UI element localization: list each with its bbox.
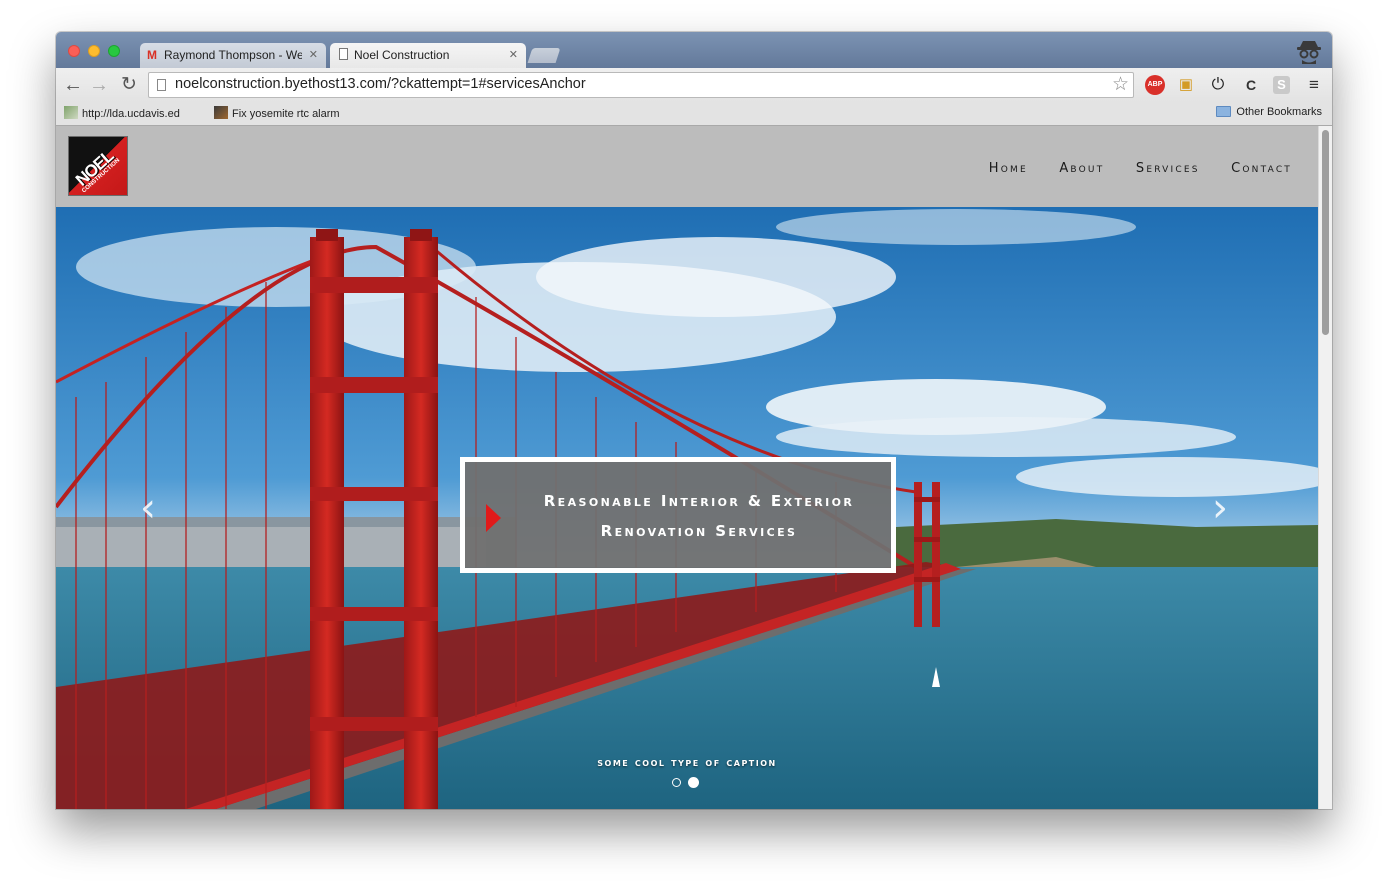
close-tab-icon[interactable]: ✕: [509, 48, 518, 61]
s-icon[interactable]: S: [1273, 76, 1290, 94]
site-favicon-icon: [214, 106, 228, 119]
site-favicon-icon: [64, 106, 78, 119]
bookmark-label: Fix yosemite rtc alarm: [232, 108, 340, 120]
slide-caption: some cool type of caption: [597, 755, 777, 769]
nav-home[interactable]: Home: [989, 161, 1028, 176]
abp-icon[interactable]: ABP: [1145, 75, 1165, 95]
hero-caption-line-1: Reasonable Interior & Exterior: [543, 492, 855, 510]
tab-label: Noel Construction: [354, 48, 450, 62]
package-icon[interactable]: ▣: [1176, 75, 1196, 95]
bookmark-label: http://lda.ucdavis.ed: [82, 108, 180, 120]
url-text[interactable]: noelconstruction.byethost13.com/?ckattem…: [175, 76, 586, 92]
hero-caption-text: Reasonable Interior & Exterior Renovatio…: [509, 486, 889, 546]
tab-label: Raymond Thompson - Web: [164, 48, 302, 62]
gmail-icon: M: [147, 48, 157, 62]
page-scrollbar[interactable]: [1318, 126, 1332, 809]
nav-services[interactable]: Services: [1136, 161, 1200, 176]
tab-gmail[interactable]: M Raymond Thompson - Web ✕: [140, 43, 326, 68]
bookmark-item[interactable]: http://lda.ucdavis.ed: [64, 106, 202, 120]
bookmark-star-icon[interactable]: ☆: [1112, 73, 1129, 96]
web-page: NOEL CONSTRUCTION Home About Services Co…: [56, 126, 1318, 809]
bookmark-item[interactable]: Fix yosemite rtc alarm: [214, 106, 354, 120]
other-bookmarks[interactable]: Other Bookmarks: [1216, 106, 1322, 118]
hero-carousel: ‹ › Reasonable Interior & Exterior Renov…: [56, 207, 1318, 809]
carousel-prev-icon[interactable]: ‹: [140, 485, 156, 531]
browser-window: M Raymond Thompson - Web ✕ Noel Construc…: [56, 32, 1332, 809]
tab-strip: M Raymond Thompson - Web ✕ Noel Construc…: [56, 32, 1332, 68]
site-header: NOEL CONSTRUCTION Home About Services Co…: [56, 126, 1318, 207]
cookie-icon[interactable]: C: [1241, 75, 1261, 95]
carousel-next-icon[interactable]: ›: [1212, 485, 1228, 531]
incognito-icon: [1297, 41, 1321, 64]
forward-button[interactable]: →: [88, 72, 110, 98]
zoom-window-button[interactable]: [108, 45, 120, 57]
scrollbar-thumb[interactable]: [1322, 130, 1329, 335]
power-icon[interactable]: ⏻: [1208, 75, 1228, 95]
page-icon: [339, 48, 348, 60]
back-button[interactable]: ←: [62, 72, 84, 98]
address-bar[interactable]: noelconstruction.byethost13.com/?ckattem…: [148, 72, 1134, 98]
folder-icon: [1216, 106, 1232, 117]
carousel-dot-1[interactable]: [672, 778, 681, 787]
bookmarks-bar: http://lda.ucdavis.ed Fix yosemite rtc a…: [56, 102, 1332, 126]
close-window-button[interactable]: [68, 45, 80, 57]
main-nav: Home About Services Contact: [962, 159, 1292, 177]
menu-icon[interactable]: ≡: [1304, 75, 1324, 95]
nav-about[interactable]: About: [1059, 161, 1104, 176]
hero-caption-line-2: Renovation Services: [600, 522, 798, 540]
caption-arrow-icon: [486, 504, 501, 532]
close-tab-icon[interactable]: ✕: [309, 48, 318, 61]
tab-noel-construction[interactable]: Noel Construction ✕: [330, 43, 526, 68]
carousel-dot-2[interactable]: [688, 777, 699, 788]
carousel-indicators: [672, 774, 706, 792]
nav-contact[interactable]: Contact: [1231, 161, 1292, 176]
site-logo[interactable]: NOEL CONSTRUCTION: [68, 136, 128, 196]
page-icon: [157, 79, 166, 91]
minimize-window-button[interactable]: [88, 45, 100, 57]
toolbar: ← → ↻ noelconstruction.byethost13.com/?c…: [56, 68, 1332, 102]
hero-caption-box: Reasonable Interior & Exterior Renovatio…: [460, 457, 896, 573]
other-bookmarks-label: Other Bookmarks: [1236, 106, 1322, 118]
new-tab-button[interactable]: [527, 48, 561, 63]
reload-button[interactable]: ↻: [118, 72, 140, 98]
